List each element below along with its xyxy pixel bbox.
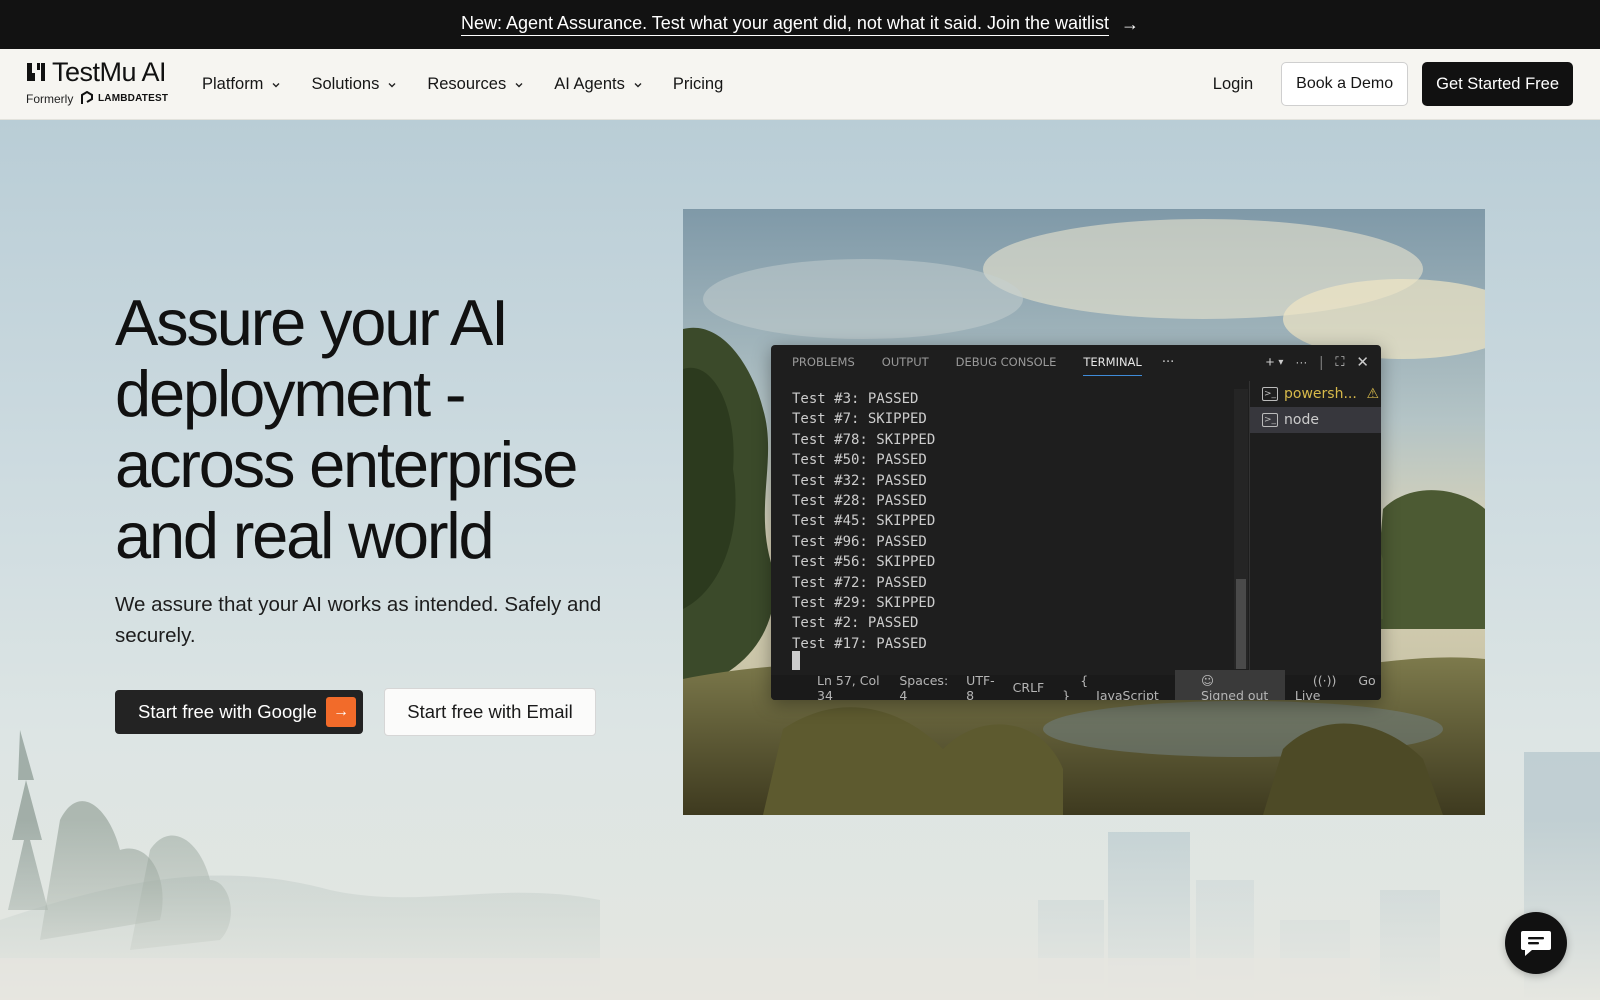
start-google-label: Start free with Google <box>138 701 317 722</box>
terminal-item-node[interactable]: >_ node <box>1250 407 1381 433</box>
terminal-item-label: node <box>1284 412 1319 428</box>
main-nav: TestMu AI Formerly LAMBDATEST Platform S… <box>0 49 1600 120</box>
more-icon[interactable]: ··· <box>1162 355 1174 370</box>
terminal-line: Test #78: SKIPPED <box>792 431 936 448</box>
status-golive-label: Go Live <box>1294 672 1376 701</box>
terminal-line: Test #3: PASSED <box>792 391 919 407</box>
close-icon[interactable]: ✕ <box>1356 353 1369 371</box>
chevron-down-icon <box>634 82 642 87</box>
hero-image: PROBLEMS OUTPUT DEBUG CONSOLE TERMINAL ·… <box>683 209 1485 815</box>
broadcast-icon: ((·)) <box>1312 672 1337 688</box>
lambdatest-logo-icon <box>81 91 93 104</box>
menu-label: Resources <box>427 75 507 93</box>
terminal-line: Test #56: SKIPPED <box>792 554 936 571</box>
tab-problems[interactable]: PROBLEMS <box>792 345 855 379</box>
status-position[interactable]: Ln 57, Col 34 <box>817 673 881 701</box>
terminal-line: Test #45: SKIPPED <box>792 513 936 530</box>
chevron-down-icon[interactable]: ▾ <box>1278 357 1283 368</box>
primary-menu: Platform Solutions Resources AI Agents P… <box>202 49 753 120</box>
arrow-right-icon: → <box>326 697 356 727</box>
terminal-line: Test #29: SKIPPED <box>792 595 936 612</box>
vscode-terminal-panel: PROBLEMS OUTPUT DEBUG CONSOLE TERMINAL ·… <box>771 345 1381 700</box>
status-golive[interactable]: ((·)) Go Live <box>1295 673 1381 701</box>
menu-item-pricing[interactable]: Pricing <box>673 75 723 94</box>
status-spaces[interactable]: Spaces: 4 <box>899 673 948 701</box>
terminal-item-powershell[interactable]: >_ powersh... ⚠ <box>1250 381 1381 407</box>
scrollbar-thumb[interactable] <box>1236 579 1246 669</box>
status-language[interactable]: { } JavaScript <box>1062 673 1161 701</box>
arrow-right-icon[interactable]: → <box>1121 14 1139 35</box>
add-terminal-icon[interactable]: + <box>1266 354 1275 371</box>
terminal-line: Test #32: PASSED <box>792 472 927 489</box>
terminal-scrollbar[interactable] <box>1234 389 1248 669</box>
status-language-label: JavaScript <box>1096 687 1159 701</box>
menu-item-ai-agents[interactable]: AI Agents <box>554 75 643 94</box>
terminal-line: Test #50: PASSED <box>792 452 927 469</box>
braces-icon: { } <box>1062 672 1089 701</box>
announcement-text[interactable]: New: Agent Assurance. Test what your age… <box>460 13 1110 36</box>
terminal-icon: >_ <box>1262 413 1278 427</box>
menu-label: Pricing <box>672 75 724 93</box>
account-icon: ☺ <box>1200 672 1215 688</box>
menu-label: AI Agents <box>554 75 625 93</box>
chevron-down-icon <box>272 82 280 87</box>
menu-item-platform[interactable]: Platform <box>202 75 281 94</box>
terminal-line: Test #72: PASSED <box>792 574 927 591</box>
chat-icon <box>1521 931 1551 956</box>
menu-label: Solutions <box>311 75 380 93</box>
status-eol[interactable]: CRLF <box>1013 680 1045 695</box>
terminal-item-label: powersh... <box>1284 386 1357 402</box>
terminal-line: Test #96: PASSED <box>792 533 927 550</box>
login-link[interactable]: Login <box>1213 75 1253 94</box>
tab-terminal[interactable]: TERMINAL <box>1083 345 1143 379</box>
chevron-down-icon <box>515 82 523 87</box>
ellipsis-icon[interactable]: ··· <box>1295 355 1307 369</box>
get-started-button[interactable]: Get Started Free <box>1422 62 1573 106</box>
announcement-bar[interactable]: New: Agent Assurance. Test what your age… <box>0 0 1600 49</box>
hero-section: Assure your AI deployment - across enter… <box>0 120 1600 1000</box>
terminal-output: Test #3: PASSED Test #7: SKIPPED Test #7… <box>792 389 935 654</box>
terminal-icon: >_ <box>1262 387 1278 401</box>
start-google-button[interactable]: Start free with Google → <box>115 690 363 734</box>
terminal-line: Test #2: PASSED <box>792 615 919 632</box>
menu-label: Platform <box>202 75 264 93</box>
panel-actions: + ▾ ··· | ⛶ ✕ <box>1254 353 1369 372</box>
tab-debug-console[interactable]: DEBUG CONSOLE <box>956 345 1057 379</box>
maximize-icon[interactable]: ⛶ <box>1335 354 1344 370</box>
chevron-down-icon <box>388 82 396 87</box>
menu-item-solutions[interactable]: Solutions <box>311 75 397 94</box>
former-brand-name: LAMBDATEST <box>98 93 169 104</box>
logo[interactable]: TestMu AI Formerly LAMBDATEST <box>26 57 176 107</box>
terminal-line: Test #28: PASSED <box>792 493 927 510</box>
brand-name: TestMu AI <box>52 57 167 87</box>
start-email-button[interactable]: Start free with Email <box>384 688 596 736</box>
terminal-cursor <box>792 651 800 670</box>
status-bar: Ln 57, Col 34 Spaces: 4 UTF-8 CRLF { } J… <box>771 669 1381 701</box>
hero-headline: Assure your AI deployment - across enter… <box>115 286 578 572</box>
warning-icon: ⚠ <box>1366 386 1379 402</box>
terminal-list: >_ powersh... ⚠ >_ node <box>1249 381 1381 671</box>
terminal-line: Test #17: PASSED <box>792 635 927 652</box>
status-encoding[interactable]: UTF-8 <box>966 673 995 701</box>
hero-subtext: We assure that your AI works as intended… <box>115 593 602 647</box>
book-demo-button[interactable]: Book a Demo <box>1281 62 1409 106</box>
testmu-logo-icon <box>27 63 45 81</box>
status-account-label: Signed out <box>1200 687 1269 701</box>
formerly-label: Formerly <box>26 92 74 106</box>
nav-actions: Login Book a Demo Get Started Free <box>1213 62 1573 106</box>
divider: | <box>1319 353 1324 371</box>
status-account[interactable]: ☺ Signed out <box>1174 669 1285 701</box>
chat-button[interactable] <box>1505 912 1567 974</box>
terminal-line: Test #7: SKIPPED <box>792 411 927 428</box>
menu-item-resources[interactable]: Resources <box>427 75 524 94</box>
tab-output[interactable]: OUTPUT <box>882 345 929 379</box>
